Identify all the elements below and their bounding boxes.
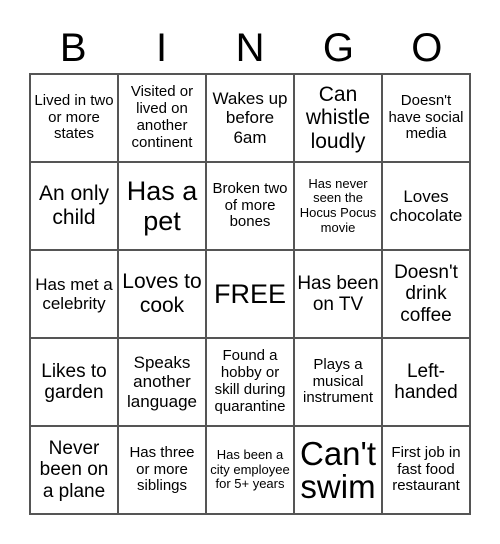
bingo-cell[interactable]: Wakes up before 6am	[206, 74, 294, 162]
header-letter-b: B	[59, 26, 87, 70]
bingo-cell[interactable]: Doesn't drink coffee	[382, 250, 470, 338]
bingo-cell[interactable]: First job in fast food restaurant	[382, 426, 470, 514]
bingo-cell[interactable]: Never been on a plane	[30, 426, 118, 514]
header-letter-n: N	[235, 26, 265, 70]
bingo-cell[interactable]: Likes to garden	[30, 338, 118, 426]
bingo-cell[interactable]: Can whistle loudly	[294, 74, 382, 162]
bingo-cell[interactable]: Found a hobby or skill during quarantine	[206, 338, 294, 426]
bingo-cell[interactable]: Broken two of more bones	[206, 162, 294, 250]
header-letter-g: G	[322, 26, 354, 70]
bingo-cell[interactable]: Loves to cook	[118, 250, 206, 338]
bingo-grid: Lived in two or more states Visited or l…	[29, 73, 471, 515]
bingo-cell[interactable]: Has met a celebrity	[30, 250, 118, 338]
header-letter-o: O	[411, 26, 443, 70]
bingo-cell[interactable]: Left-handed	[382, 338, 470, 426]
bingo-cell[interactable]: Speaks another language	[118, 338, 206, 426]
header-letter-i: I	[156, 26, 168, 70]
bingo-cell[interactable]: Has a pet	[118, 162, 206, 250]
bingo-cell[interactable]: Lived in two or more states	[30, 74, 118, 162]
bingo-cell[interactable]: Has been on TV	[294, 250, 382, 338]
bingo-cell[interactable]: Plays a musical instrument	[294, 338, 382, 426]
bingo-cell[interactable]: Has never seen the Hocus Pocus movie	[294, 162, 382, 250]
free-cell[interactable]: FREE	[206, 250, 294, 338]
bingo-cell[interactable]: Loves chocolate	[382, 162, 470, 250]
bingo-cell[interactable]: An only child	[30, 162, 118, 250]
bingo-header: B I N G O	[29, 24, 471, 72]
bingo-cell[interactable]: Can't swim	[294, 426, 382, 514]
bingo-cell[interactable]: Doesn't have social media	[382, 74, 470, 162]
bingo-cell[interactable]: Has three or more siblings	[118, 426, 206, 514]
bingo-cell[interactable]: Visited or lived on another continent	[118, 74, 206, 162]
bingo-cell[interactable]: Has been a city employee for 5+ years	[206, 426, 294, 514]
